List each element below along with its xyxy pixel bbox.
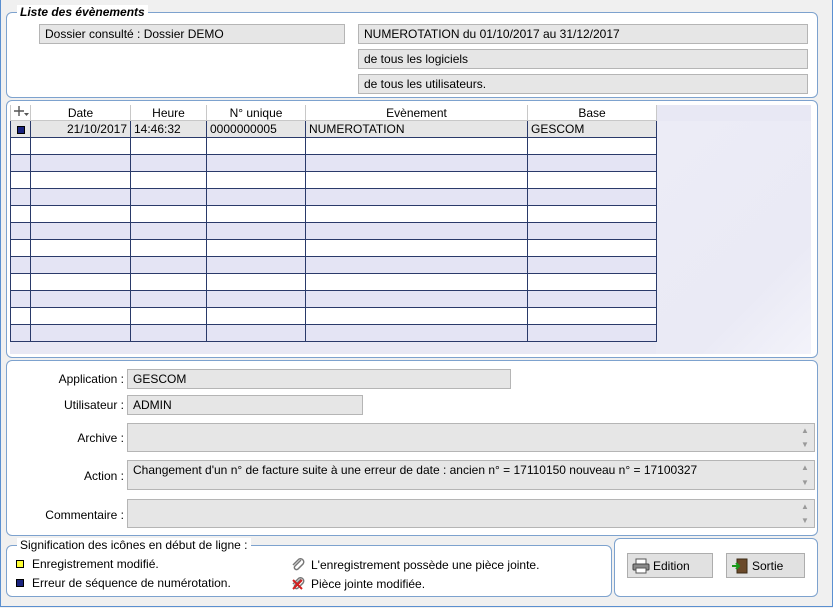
commentaire-textarea[interactable]: ▲ ▼ <box>127 499 815 528</box>
table-row[interactable]: 21/10/2017 14:46:32 0000000005 NUMEROTAT… <box>10 120 657 138</box>
scroll-down-icon: ▼ <box>801 478 809 487</box>
application-field: GESCOM <box>127 369 511 389</box>
legend-sequence-error: Erreur de séquence de numérotation. <box>16 576 231 590</box>
table-row-empty[interactable] <box>10 307 657 325</box>
archive-textarea[interactable]: ▲ ▼ <box>127 423 815 452</box>
sortie-button-label: Sortie <box>752 558 784 573</box>
legend-sequence-error-text: Erreur de séquence de numérotation. <box>32 576 231 590</box>
legend-title: Signification des icônes en début de lig… <box>17 538 251 552</box>
table-row-empty[interactable] <box>10 256 657 274</box>
archive-label: Archive : <box>77 431 124 445</box>
legend-modified: Enregistrement modifié. <box>16 557 159 571</box>
scroll-down-icon: ▼ <box>801 516 809 525</box>
action-scrollbar[interactable]: ▲ ▼ <box>800 463 810 487</box>
cell-heure: 14:46:32 <box>130 120 207 138</box>
cell-numero: 0000000005 <box>206 120 306 138</box>
group-title: Liste des évènements <box>17 5 148 19</box>
utilisateurs-field: de tous les utilisateurs. <box>358 74 808 94</box>
table-row-empty[interactable] <box>10 154 657 172</box>
exit-door-icon <box>732 558 748 573</box>
paperclip-modified-icon <box>292 577 305 590</box>
table-row-empty[interactable] <box>10 239 657 257</box>
column-header-numero[interactable]: N° unique <box>206 105 306 121</box>
table-row-empty[interactable] <box>10 137 657 155</box>
commentaire-label: Commentaire : <box>45 508 124 522</box>
legend-modified-text: Enregistrement modifié. <box>32 557 159 571</box>
column-selector[interactable] <box>10 105 31 121</box>
sequence-error-marker-icon <box>16 579 24 587</box>
legend-attachment-modified: Pièce jointe modifiée. <box>290 576 425 592</box>
table-row-empty[interactable] <box>10 273 657 291</box>
modified-marker-icon <box>16 560 24 568</box>
legend-attachment-text: L'enregistrement possède une pièce joint… <box>311 558 540 572</box>
legend-attachment-modified-text: Pièce jointe modifiée. <box>311 577 426 591</box>
paperclip-icon <box>292 558 305 571</box>
add-filter-icon <box>13 106 29 116</box>
cell-evenement: NUMEROTATION <box>305 120 528 138</box>
commentaire-scrollbar[interactable]: ▲ ▼ <box>800 502 810 525</box>
cell-date: 21/10/2017 <box>30 120 131 138</box>
column-header-base[interactable]: Base <box>527 105 657 121</box>
utilisateur-field: ADMIN <box>127 395 363 415</box>
cell-base: GESCOM <box>527 120 657 138</box>
sequence-error-marker-icon <box>16 125 25 134</box>
action-label: Action : <box>83 469 124 483</box>
column-header-evenement[interactable]: Evènement <box>305 105 528 121</box>
table-row-empty[interactable] <box>10 324 657 342</box>
events-table[interactable]: Date Heure N° unique Evènement Base 21/1… <box>10 105 811 354</box>
scroll-up-icon: ▲ <box>801 502 809 511</box>
table-row-empty[interactable] <box>10 171 657 189</box>
action-value: Changement d'un n° de facture suite à un… <box>133 463 698 477</box>
logiciels-field: de tous les logiciels <box>358 49 808 69</box>
archive-scrollbar[interactable]: ▲ ▼ <box>800 426 810 449</box>
edition-button-label: Edition <box>653 558 690 573</box>
table-row-empty[interactable] <box>10 222 657 240</box>
sortie-button[interactable]: Sortie <box>726 553 805 578</box>
column-header-heure[interactable]: Heure <box>130 105 207 121</box>
numerotation-field: NUMEROTATION du 01/10/2017 au 31/12/2017 <box>358 24 808 44</box>
scroll-down-icon: ▼ <box>801 440 809 449</box>
table-row-empty[interactable] <box>10 205 657 223</box>
scroll-up-icon: ▲ <box>801 463 809 472</box>
edition-button[interactable]: Edition <box>627 553 713 578</box>
legend-attachment: L'enregistrement possède une pièce joint… <box>290 557 539 573</box>
utilisateur-label: Utilisateur : <box>63 398 124 412</box>
application-label: Application : <box>58 372 124 386</box>
column-header-date[interactable]: Date <box>30 105 131 121</box>
dossier-field: Dossier consulté : Dossier DEMO <box>39 24 345 44</box>
action-textarea[interactable]: Changement d'un n° de facture suite à un… <box>127 460 815 490</box>
scroll-up-icon: ▲ <box>801 426 809 435</box>
printer-icon <box>632 558 650 573</box>
table-row-empty[interactable] <box>10 290 657 308</box>
table-row-empty[interactable] <box>10 188 657 206</box>
table-empty-area <box>656 121 811 354</box>
